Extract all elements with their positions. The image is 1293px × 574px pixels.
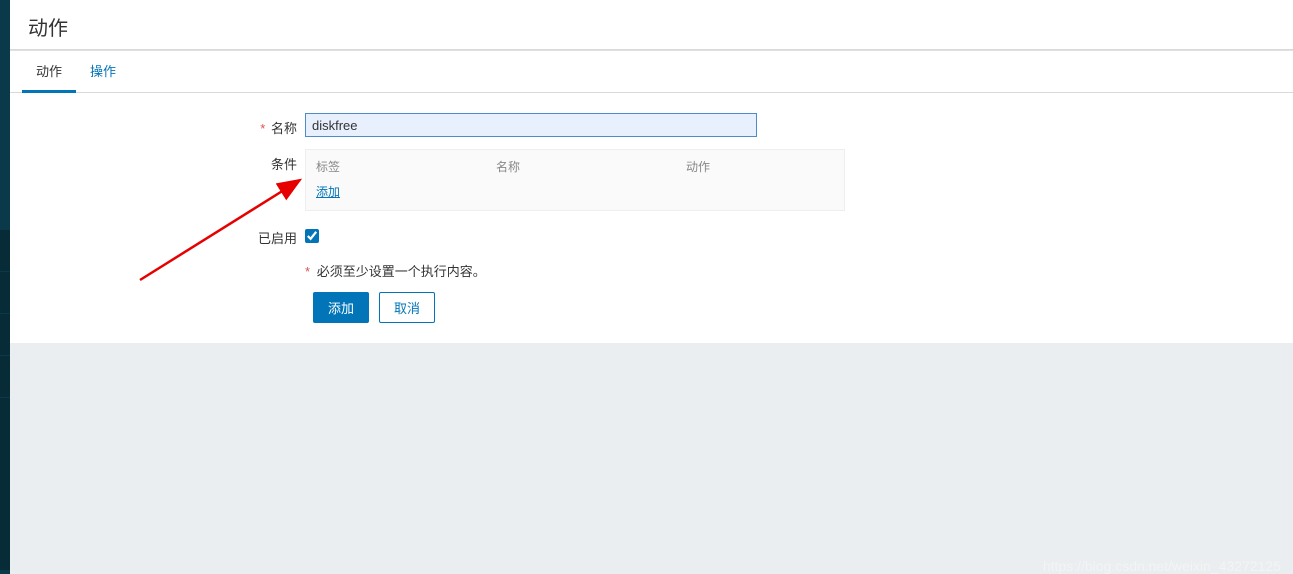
row-enabled: 已启用 [30,223,1273,247]
label-validation-spacer [30,259,305,264]
control-name [305,113,757,137]
row-conditions: 条件 标签 名称 动作 添加 [30,149,1273,211]
main-panel: 动作 动作 操作 * 名称 条件 标签 [10,0,1293,574]
sidebar-strip [0,230,10,570]
sidebar-stub[interactable] [0,272,10,314]
validation-mark: * [305,264,310,279]
cond-col-name: 名称 [496,158,686,175]
conditions-header: 标签 名称 动作 [306,150,844,179]
required-mark: * [260,121,265,136]
cond-col-action: 动作 [686,158,806,175]
control-enabled [305,223,319,246]
sidebar-stub[interactable] [0,230,10,272]
page-title: 动作 [28,12,1275,41]
name-input[interactable] [305,113,757,137]
validation-text: 必须至少设置一个执行内容。 [317,264,486,279]
label-conditions: 条件 [30,149,305,173]
tab-action[interactable]: 动作 [22,51,76,93]
cancel-button[interactable]: 取消 [379,292,435,323]
content-card: 动作 操作 * 名称 条件 标签 名称 [10,50,1293,343]
row-name: * 名称 [30,113,1273,137]
conditions-table: 标签 名称 动作 添加 [305,149,845,211]
sidebar-stub[interactable] [0,356,10,398]
row-validation: * 必须至少设置一个执行内容。 [30,259,1273,280]
label-enabled: 已启用 [30,223,305,247]
control-conditions: 标签 名称 动作 添加 [305,149,845,211]
label-name: * 名称 [30,113,305,137]
form-area: * 名称 条件 标签 名称 动作 [10,93,1293,343]
watermark: https://blog.csdn.net/weixin_43272125 [1043,558,1281,574]
button-row: 添加 取消 [313,292,1273,323]
validation-message: * 必须至少设置一个执行内容。 [305,259,486,280]
add-button[interactable]: 添加 [313,292,369,323]
cond-col-label: 标签 [316,158,496,175]
tabs: 动作 操作 [10,51,1293,93]
tab-operation[interactable]: 操作 [76,51,130,93]
label-name-text: 名称 [271,121,297,136]
sidebar-stub[interactable] [0,314,10,356]
page-header: 动作 [10,0,1293,50]
conditions-body: 添加 [306,179,844,210]
add-condition-link[interactable]: 添加 [316,185,340,199]
enabled-checkbox[interactable] [305,229,319,243]
